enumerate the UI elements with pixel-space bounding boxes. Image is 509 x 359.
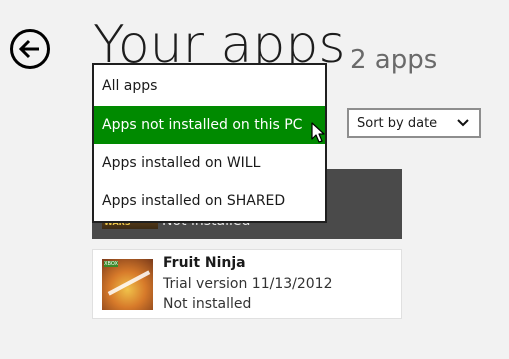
app-tile[interactable]: XBOX Fruit Ninja Trial version 11/13/201… [92,249,402,319]
app-thumbnail: XBOX [102,259,153,310]
app-name: Fruit Ninja [163,255,246,271]
chevron-down-icon [457,119,469,127]
mouse-cursor-icon [311,122,325,143]
app-count: 2 apps [350,45,438,75]
sort-select-label: Sort by date [357,115,438,131]
blade-slash-graphic [107,270,151,296]
back-button[interactable] [10,29,50,69]
menu-item-installed-will[interactable]: Apps installed on WILL [94,144,325,182]
app-version: Trial version 11/13/2012 [163,276,333,292]
xbox-badge: XBOX [104,261,118,267]
menu-item-installed-shared[interactable]: Apps installed on SHARED [94,182,325,220]
menu-item-not-installed[interactable]: Apps not installed on this PC [94,106,325,144]
filter-dropdown-menu: All apps Apps not installed on this PC A… [92,63,327,223]
back-arrow-icon [19,39,39,59]
app-status: Not installed [163,296,252,312]
menu-item-all-apps[interactable]: All apps [94,67,325,105]
sort-select[interactable]: Sort by date [347,108,481,138]
